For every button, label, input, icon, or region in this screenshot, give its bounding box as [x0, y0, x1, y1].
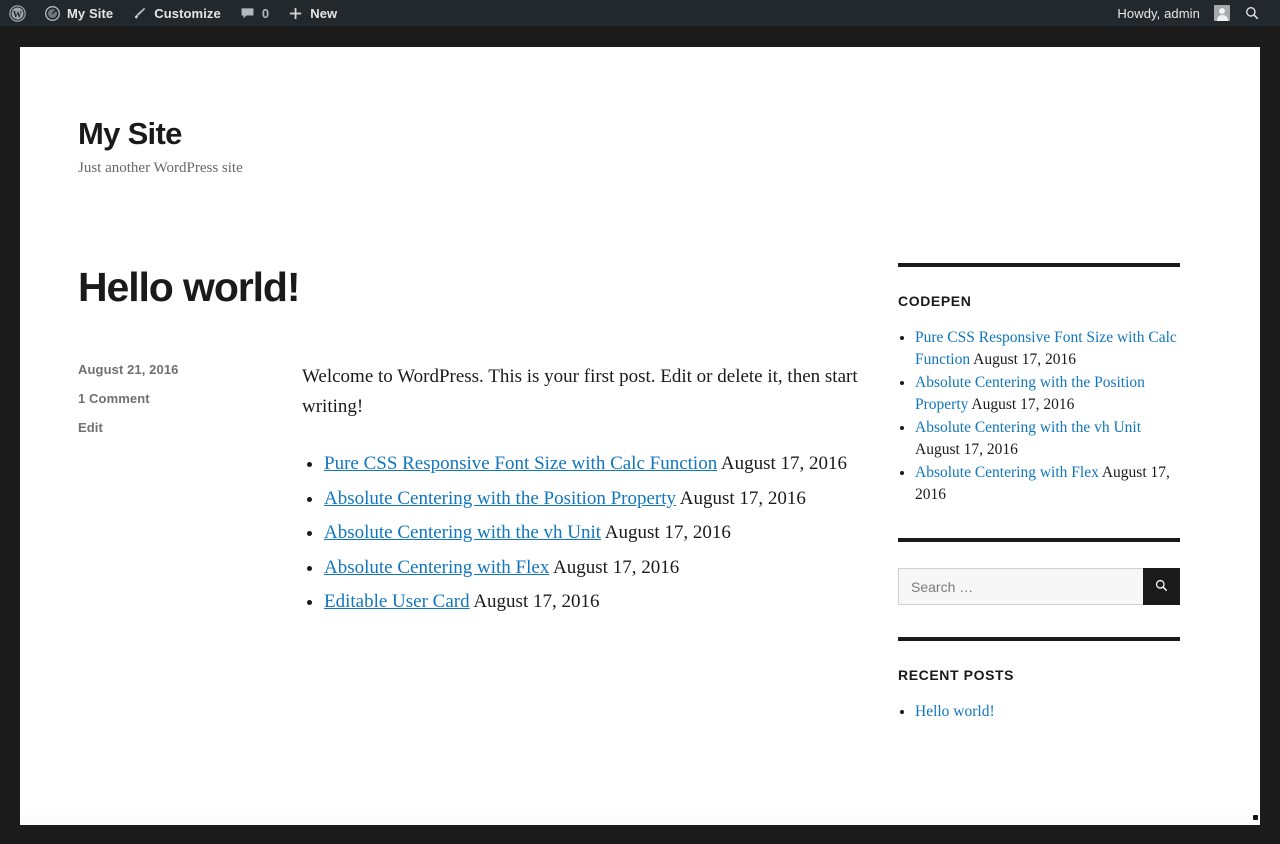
- list-item-link[interactable]: Hello world!: [915, 703, 995, 720]
- list-item: Absolute Centering with the Position Pro…: [915, 372, 1180, 416]
- site-branding: My Site Just another WordPress site: [20, 47, 1260, 179]
- search-submit-button[interactable]: [1143, 568, 1180, 606]
- admin-bar-comments-count: 0: [261, 5, 270, 21]
- howdy-label: Howdy, admin: [1117, 5, 1200, 21]
- paintbrush-icon: [131, 5, 148, 22]
- entry-content: Welcome to WordPress. This is your first…: [302, 362, 868, 621]
- site-title[interactable]: My Site: [78, 115, 1260, 152]
- avatar: [1214, 5, 1230, 21]
- list-item-date: August 17, 2016: [469, 591, 600, 612]
- widget-codepen-title: CODEPEN: [898, 293, 972, 310]
- admin-bar-wp-logo[interactable]: W: [0, 0, 35, 26]
- content-area: Hello world! August 21, 2016 1 Comment E…: [20, 179, 1260, 755]
- list-item: Pure CSS Responsive Font Size with Calc …: [915, 327, 1180, 371]
- list-item-link[interactable]: Absolute Centering with Flex: [324, 557, 549, 578]
- list-item-date: August 17, 2016: [968, 396, 1075, 414]
- list-item-date: August 17, 2016: [601, 522, 731, 544]
- comment-bubble-icon: [239, 5, 256, 22]
- site-container: My Site Just another WordPress site Hell…: [20, 47, 1260, 825]
- widget-recent-posts-list: Hello world!: [898, 701, 1180, 723]
- post-link-list: Pure CSS Responsive Font Size with Calc …: [302, 449, 868, 616]
- list-item-link[interactable]: Absolute Centering with the vh Unit: [915, 419, 1141, 436]
- admin-bar-comments[interactable]: 0: [230, 0, 278, 26]
- post-edit-link[interactable]: Edit: [78, 420, 302, 435]
- list-item-date: August 17, 2016: [915, 441, 1018, 459]
- list-item-date: August 17, 2016: [970, 351, 1077, 369]
- admin-bar-customize-label: Customize: [154, 5, 221, 21]
- admin-bar: W My Site Customize 0 New Howdy, admin: [0, 0, 1280, 26]
- admin-bar-new[interactable]: New: [278, 0, 346, 26]
- admin-bar-search-toggle[interactable]: [1230, 5, 1270, 21]
- site-inner: My Site Just another WordPress site Hell…: [20, 47, 1260, 755]
- list-item: Hello world!: [915, 701, 1180, 723]
- widget-codepen-list: Pure CSS Responsive Font Size with Calc …: [898, 327, 1180, 506]
- admin-bar-customize[interactable]: Customize: [122, 0, 230, 26]
- list-item: Editable User Card August 17, 2016: [324, 587, 868, 616]
- primary-content: Hello world! August 21, 2016 1 Comment E…: [78, 263, 868, 621]
- admin-bar-site-name-label: My Site: [67, 5, 114, 21]
- entry-body: August 21, 2016 1 Comment Edit Welcome t…: [78, 362, 868, 621]
- widget-recent-posts: RECENT POSTS Hello world!: [898, 637, 1180, 723]
- post-comments-link[interactable]: 1 Comment: [78, 391, 302, 406]
- admin-bar-right: Howdy, admin: [1108, 0, 1280, 26]
- list-item-link[interactable]: Pure CSS Responsive Font Size with Calc …: [324, 453, 717, 474]
- list-item: Absolute Centering with the vh Unit Augu…: [324, 518, 868, 547]
- list-item: Absolute Centering with Flex August 17, …: [915, 462, 1180, 506]
- plus-icon: [287, 5, 304, 22]
- list-item-link[interactable]: Absolute Centering with the Position Pro…: [324, 488, 676, 509]
- list-item-link[interactable]: Editable User Card: [324, 591, 470, 612]
- admin-bar-new-label: New: [310, 5, 338, 21]
- search-icon: [1244, 5, 1260, 21]
- list-item: Pure CSS Responsive Font Size with Calc …: [324, 449, 868, 478]
- list-item-date: August 17, 2016: [676, 487, 806, 509]
- admin-bar-my-account[interactable]: Howdy, admin: [1108, 0, 1230, 26]
- list-item-date: August 17, 2016: [549, 556, 680, 578]
- page-title: Hello world!: [78, 264, 301, 311]
- search-input[interactable]: [898, 568, 1143, 606]
- widget-recent-posts-title: RECENT POSTS: [898, 667, 1015, 684]
- search-icon: [1154, 578, 1169, 596]
- search-form: [898, 568, 1180, 606]
- post-paragraph: Welcome to WordPress. This is your first…: [302, 366, 858, 417]
- admin-bar-site-name[interactable]: My Site: [35, 0, 122, 26]
- list-item: Absolute Centering with the vh Unit Augu…: [915, 417, 1180, 461]
- list-item: Absolute Centering with the Position Pro…: [324, 484, 868, 513]
- widget-search: [898, 538, 1180, 606]
- list-item-link[interactable]: Absolute Centering with Flex: [915, 464, 1099, 481]
- wordpress-logo-icon: W: [9, 4, 26, 22]
- svg-text:W: W: [13, 10, 23, 20]
- list-item-link[interactable]: Absolute Centering with the vh Unit: [324, 522, 601, 543]
- site-tagline: Just another WordPress site: [78, 160, 243, 177]
- entry-meta: August 21, 2016 1 Comment Edit: [78, 362, 302, 621]
- list-item-date: August 17, 2016: [717, 453, 848, 475]
- widget-codepen: CODEPEN Pure CSS Responsive Font Size wi…: [898, 263, 1180, 506]
- dashboard-icon: [44, 5, 61, 22]
- post-article: Hello world! August 21, 2016 1 Comment E…: [78, 263, 868, 621]
- sidebar: CODEPEN Pure CSS Responsive Font Size wi…: [898, 263, 1180, 755]
- content-fade: [20, 803, 1260, 825]
- admin-bar-left: W My Site Customize 0 New: [0, 0, 346, 26]
- list-item: Absolute Centering with Flex August 17, …: [324, 553, 868, 582]
- post-date[interactable]: August 21, 2016: [78, 362, 302, 377]
